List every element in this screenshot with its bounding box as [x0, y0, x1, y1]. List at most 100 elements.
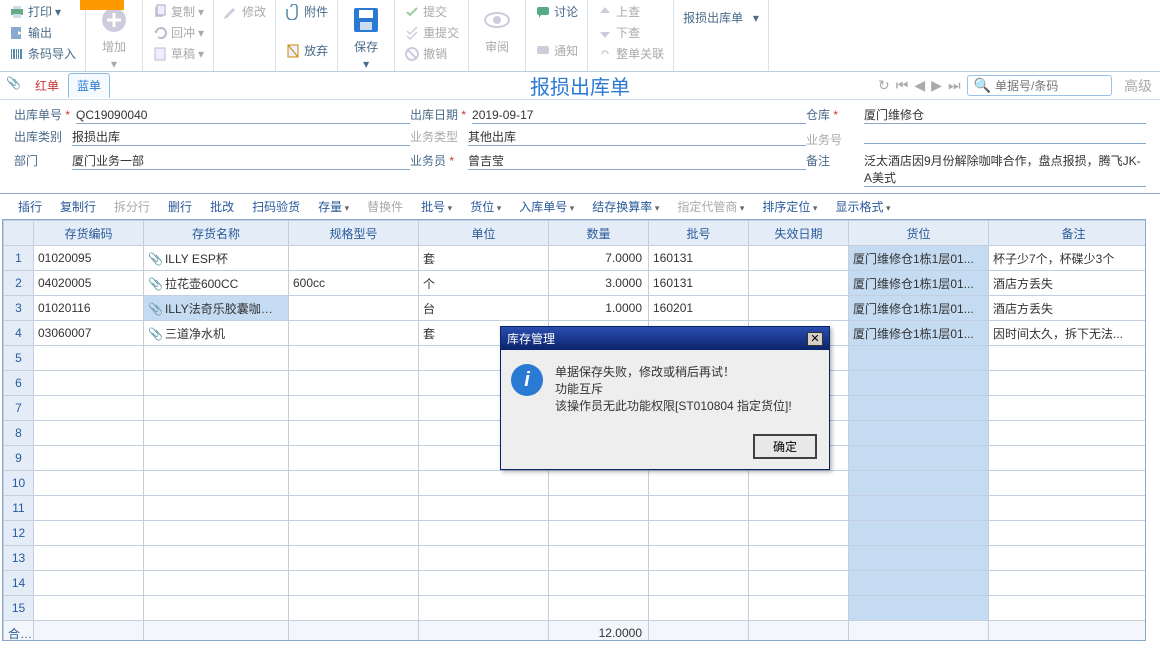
- gt-del[interactable]: 删行: [168, 198, 192, 215]
- dialog-titlebar[interactable]: 库存管理 ✕: [501, 327, 829, 350]
- down-arrow-icon: [597, 25, 613, 41]
- out-cat-label: 出库类别: [14, 128, 66, 145]
- biz-no-label: 业务号: [806, 131, 858, 148]
- gt-batch[interactable]: 批号: [421, 198, 452, 215]
- nav-prev-icon[interactable]: ◀: [914, 77, 925, 94]
- dialog-title: 库存管理: [507, 330, 555, 347]
- nav-first-icon[interactable]: ⏮: [896, 77, 909, 94]
- table-row[interactable]: 15: [4, 596, 1147, 621]
- clerk-value[interactable]: 曾吉莹: [468, 152, 806, 170]
- notify-button: 通知: [532, 41, 581, 60]
- table-row[interactable]: 101020095📎ILLY ESP杯套7.0000160131厦门维修仓1栋1…: [4, 246, 1147, 271]
- search-icon: 🔍: [974, 77, 991, 94]
- abandon-button[interactable]: 放弃: [282, 41, 331, 60]
- barcode-import-button[interactable]: 条码导入: [6, 44, 79, 63]
- copy-icon: [152, 4, 168, 20]
- table-row[interactable]: 301020116📎ILLY法奇乐胶囊咖啡机台1.0000160201厦门维修仓…: [4, 296, 1147, 321]
- eye-icon: [481, 4, 513, 36]
- table-row[interactable]: 12: [4, 521, 1147, 546]
- resubmit-icon: [404, 25, 420, 41]
- out-no-label: 出库单号: [14, 106, 70, 123]
- print-button[interactable]: 打印 ▾: [6, 2, 79, 21]
- close-icon[interactable]: ✕: [807, 332, 823, 346]
- table-row[interactable]: 204020005📎拉花壶600CC600cc个3.0000160131厦门维修…: [4, 271, 1147, 296]
- output-button[interactable]: 输出: [6, 23, 79, 42]
- ribbon: 打印 ▾ 输出 条码导入 增加 ▾ 复制 ▾ 回冲 ▾ 草稿 ▾ 修改 附件 放…: [0, 0, 1160, 72]
- grid-toolbar: 插行 复制行 拆分行 删行 批改 扫码验货 存量 替换件 批号 货位 入库单号 …: [0, 193, 1160, 219]
- remark-value[interactable]: 泛太酒店因9月份解除咖啡合作，盘点报损，腾飞JK-A美式: [864, 152, 1146, 187]
- info-icon: i: [511, 364, 543, 396]
- page-title: 报损出库单: [530, 71, 630, 100]
- gt-sort[interactable]: 排序定位: [762, 198, 817, 215]
- nav-last-icon[interactable]: ⏭: [948, 77, 961, 94]
- doc-type-dropdown[interactable]: 报损出库单 ▾: [680, 8, 762, 27]
- tab-bar: 📎 红单 蓝单 报损出库单 ↻ ⏮ ◀ ▶ ⏭ 🔍 高级: [0, 72, 1160, 100]
- tab-red[interactable]: 红单: [26, 73, 68, 98]
- biz-no-value[interactable]: [864, 128, 1146, 144]
- clerk-label: 业务员: [410, 152, 462, 169]
- gt-loc[interactable]: 货位: [470, 198, 501, 215]
- wh-label: 仓库: [806, 106, 858, 123]
- copy-button: 复制 ▾: [149, 2, 207, 21]
- search-box[interactable]: 🔍: [967, 75, 1112, 96]
- discard-icon: [285, 43, 301, 59]
- draft-button: 草稿 ▾: [149, 44, 207, 63]
- tab-blue[interactable]: 蓝单: [68, 73, 110, 98]
- check-down-button: 下查: [594, 23, 667, 42]
- gt-stock[interactable]: 存量: [318, 198, 349, 215]
- dept-value[interactable]: 厦门业务一部: [72, 152, 410, 170]
- table-row[interactable]: 13: [4, 546, 1147, 571]
- gt-copyrow[interactable]: 复制行: [60, 198, 96, 215]
- form-area: 出库单号QC19090040 出库日期2019-09-17 仓库厦门维修仓 出库…: [0, 100, 1160, 193]
- revoke-button: 撤销: [401, 44, 462, 63]
- floppy-icon: [350, 4, 382, 36]
- attachment-button[interactable]: 附件: [282, 2, 331, 21]
- gt-display[interactable]: 显示格式: [835, 198, 890, 215]
- ok-button[interactable]: 确定: [753, 434, 817, 459]
- advanced-link[interactable]: 高级: [1124, 76, 1152, 96]
- table-row[interactable]: 10: [4, 471, 1147, 496]
- paperclip-icon[interactable]: 📎: [6, 76, 26, 96]
- bell-icon: [535, 43, 551, 59]
- gt-split: 拆分行: [114, 198, 150, 215]
- out-date-value[interactable]: 2019-09-17: [472, 108, 806, 124]
- printer-icon: [9, 4, 25, 20]
- biz-type-label: 业务类型: [410, 128, 462, 145]
- undo-icon: [152, 25, 168, 41]
- save-button[interactable]: 保存 ▾: [344, 2, 388, 73]
- out-cat-value[interactable]: 报损出库: [72, 128, 410, 146]
- add-button: 增加 ▾: [92, 2, 136, 73]
- gt-scan[interactable]: 扫码验货: [252, 198, 300, 215]
- modify-button: 修改: [220, 2, 269, 21]
- nav-refresh-icon[interactable]: ↻: [878, 77, 890, 94]
- link-icon: [597, 46, 613, 62]
- submit-button: 提交: [401, 2, 462, 21]
- gt-replace: 替换件: [367, 198, 403, 215]
- check-icon: [404, 4, 420, 20]
- wh-value[interactable]: 厦门维修仓: [864, 106, 1146, 124]
- draft-icon: [152, 46, 168, 62]
- gt-settle[interactable]: 结存换算率: [592, 198, 659, 215]
- dialog-message: 单据保存失败，修改或稍后再试！ 功能互斥 该操作员无此功能权限[ST010804…: [555, 364, 792, 414]
- close-relation-button: 整单关联: [594, 44, 667, 63]
- table-row[interactable]: 14: [4, 571, 1147, 596]
- discuss-button[interactable]: 讨论: [532, 2, 581, 21]
- out-no-value[interactable]: QC19090040: [76, 108, 410, 124]
- pencil-icon: [223, 4, 239, 20]
- check-up-button: 上查: [594, 2, 667, 21]
- gt-insert[interactable]: 插行: [18, 198, 42, 215]
- chat-icon: [535, 4, 551, 20]
- review-button: 审阅: [475, 2, 519, 57]
- search-input[interactable]: [995, 79, 1105, 93]
- nav-next-icon[interactable]: ▶: [931, 77, 942, 94]
- table-row[interactable]: 11: [4, 496, 1147, 521]
- gt-agent: 指定代管商: [677, 198, 744, 215]
- error-dialog: 库存管理 ✕ i 单据保存失败，修改或稍后再试！ 功能互斥 该操作员无此功能权限…: [500, 326, 830, 470]
- biz-type-value: 其他出库: [468, 128, 806, 146]
- revoke-icon: [404, 46, 420, 62]
- gt-in-no[interactable]: 入库单号: [519, 198, 574, 215]
- grid-header: 存货编码存货名称规格型号 单位数量批号 失效日期货位备注: [4, 221, 1147, 246]
- return-button: 回冲 ▾: [149, 23, 207, 42]
- gt-batch-modify[interactable]: 批改: [210, 198, 234, 215]
- resubmit-button: 重提交: [401, 23, 462, 42]
